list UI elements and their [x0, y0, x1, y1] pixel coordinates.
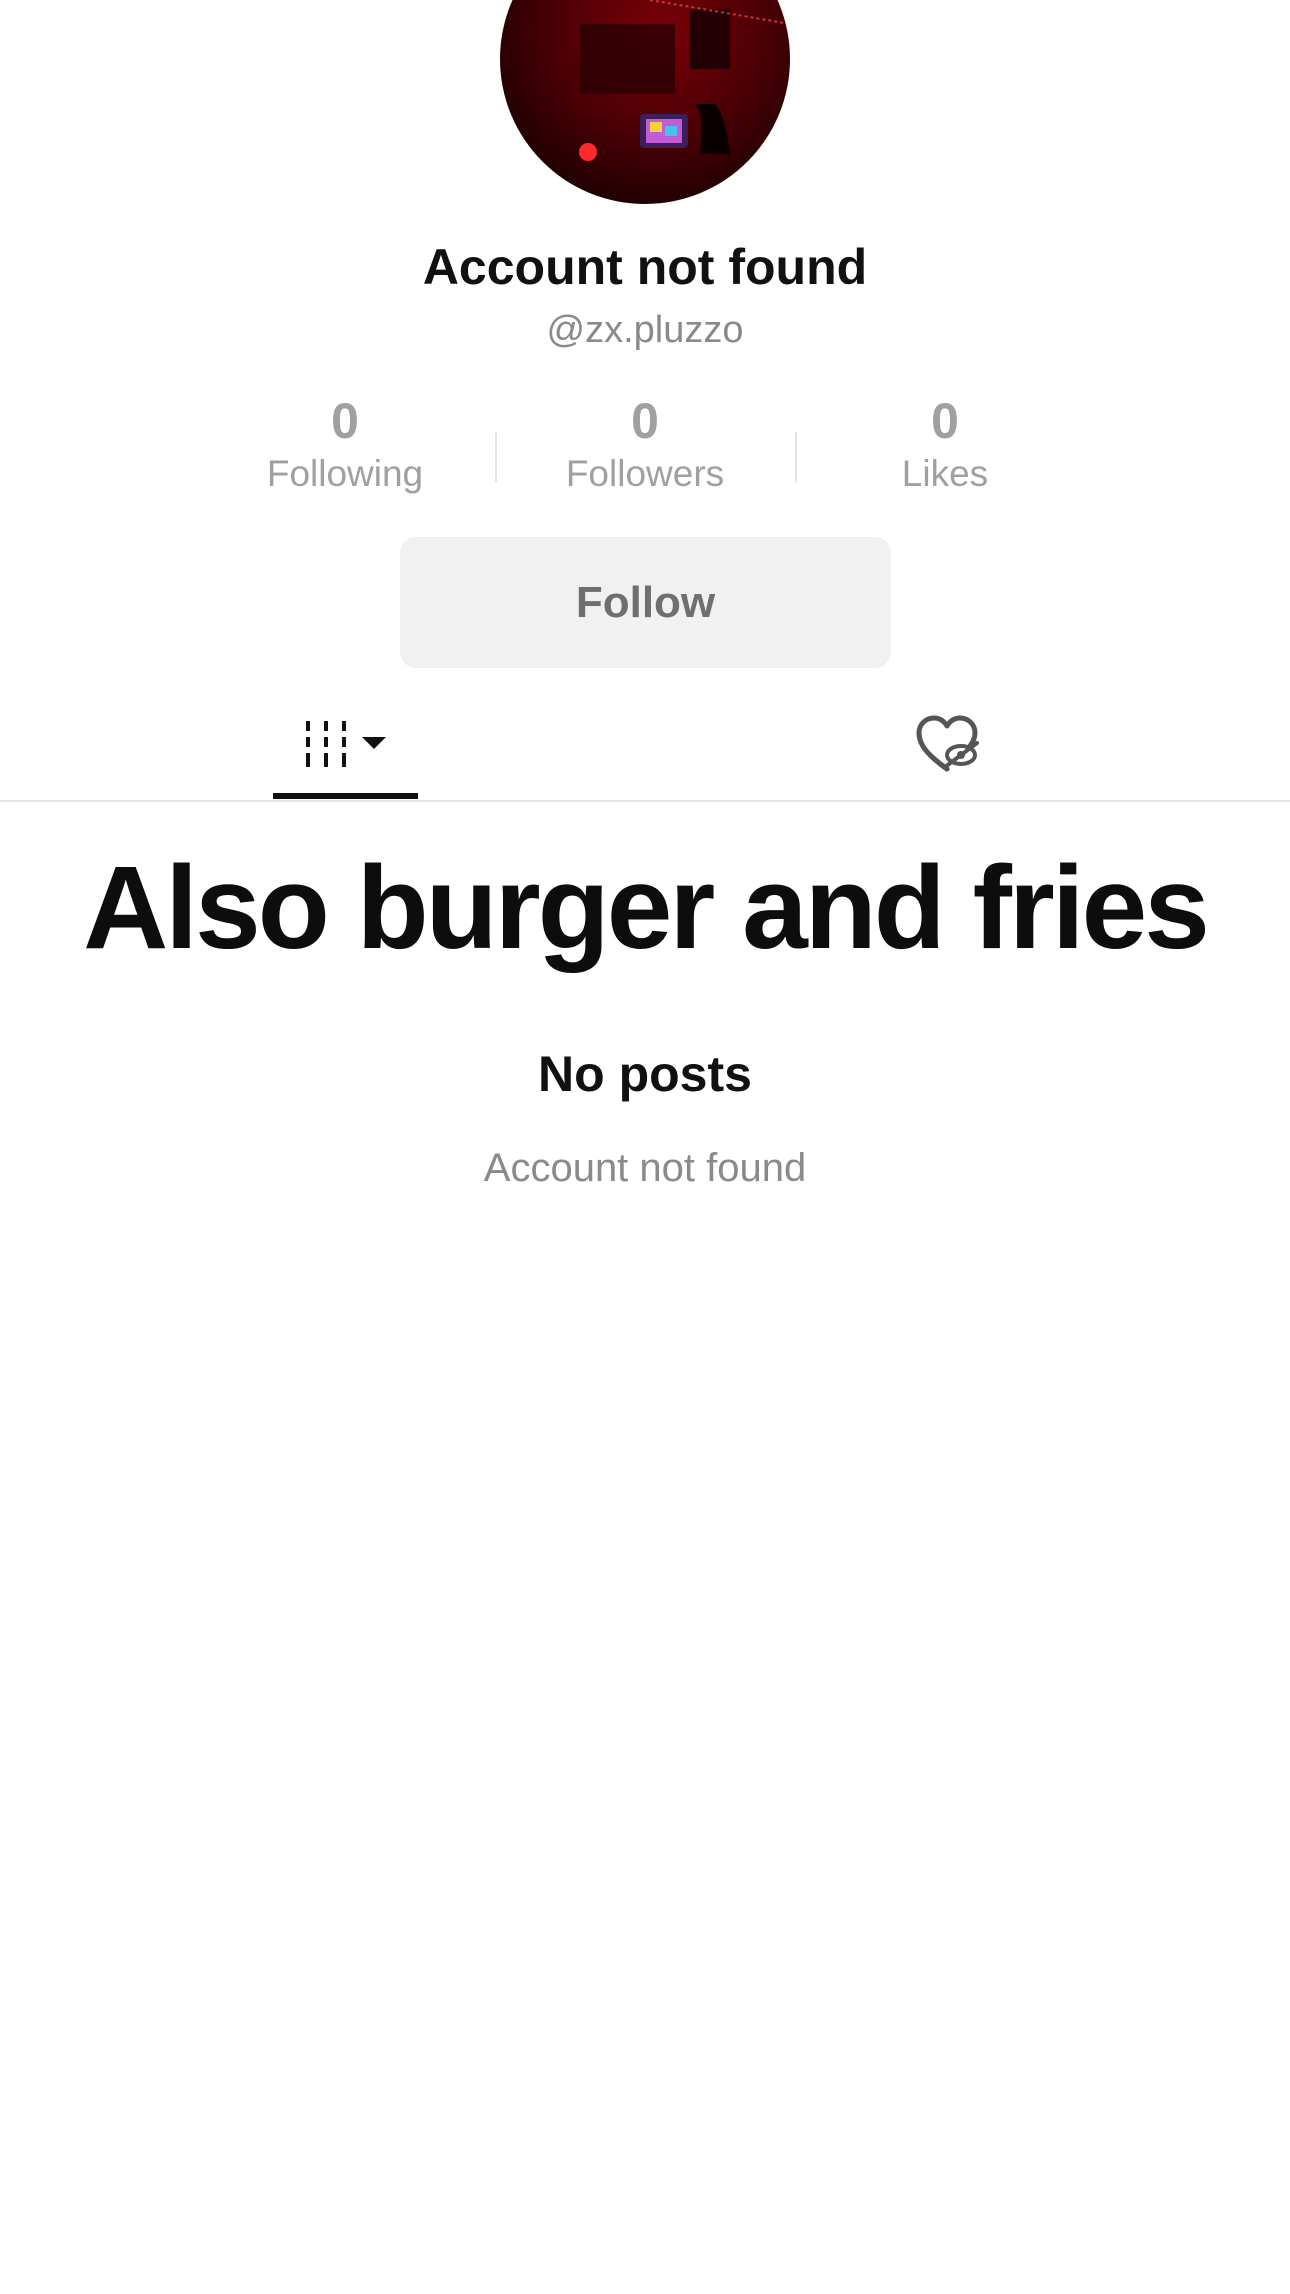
followers-count: 0: [631, 393, 659, 449]
empty-state-subtitle: Account not found: [483, 1146, 807, 1190]
chevron-down-icon: [361, 737, 386, 749]
stat-likes[interactable]: 0 Likes: [795, 392, 1095, 498]
videos-grid-icon: [305, 721, 386, 767]
username: @zx.pluzzo: [546, 309, 744, 351]
display-name: Account not found: [422, 239, 868, 295]
overlay-caption: Also burger and fries: [83, 842, 1210, 974]
avatar-image: [579, 0, 790, 161]
active-tab-indicator: [273, 793, 418, 799]
liked-hidden-heart-icon: [916, 715, 979, 772]
likes-count: 0: [931, 393, 959, 449]
stat-followers[interactable]: 0 Followers: [495, 392, 795, 498]
following-label: Following: [266, 453, 424, 494]
profile-stats: 0 Following 0 Followers 0 Likes: [195, 392, 1095, 502]
following-count: 0: [331, 393, 359, 449]
followers-label: Followers: [565, 453, 725, 494]
profile-tabs: [0, 690, 1290, 802]
empty-state-title: No posts: [538, 1046, 752, 1102]
follow-button[interactable]: Follow: [400, 537, 891, 668]
avatar[interactable]: [500, 0, 790, 204]
tab-videos[interactable]: [273, 690, 418, 800]
likes-label: Likes: [901, 453, 989, 494]
stat-following[interactable]: 0 Following: [195, 392, 495, 498]
tab-liked[interactable]: [890, 690, 1005, 800]
